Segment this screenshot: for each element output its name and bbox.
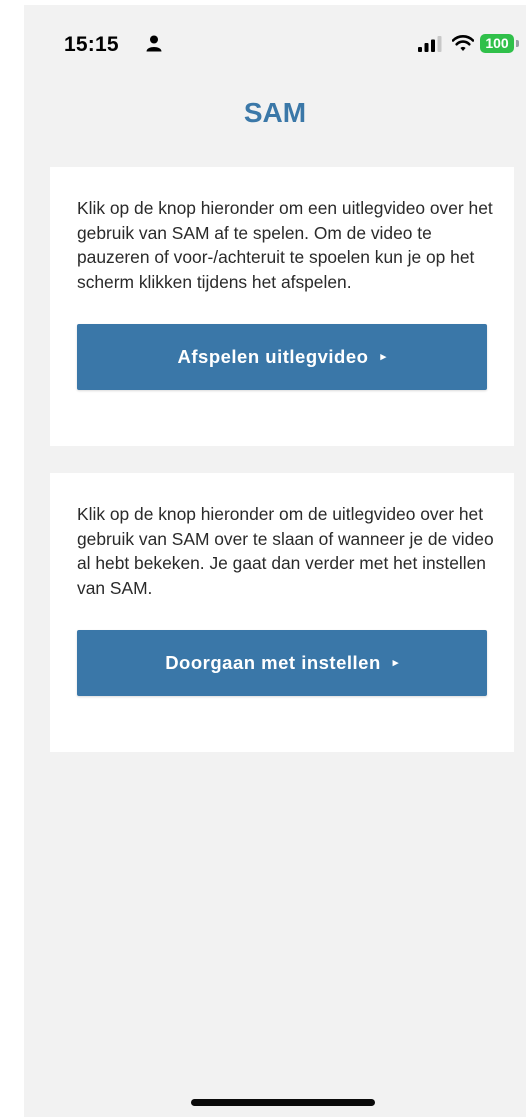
play-arrow-icon: ▸ bbox=[392, 656, 399, 669]
page-title: SAM bbox=[243, 97, 307, 128]
video-card: Klik op de knop hieronder om een uitlegv… bbox=[50, 167, 514, 446]
status-time: 15:15 bbox=[64, 33, 119, 56]
home-indicator[interactable] bbox=[191, 1099, 375, 1106]
status-bar: 15:15 100 bbox=[24, 5, 526, 85]
signal-icon bbox=[418, 36, 442, 52]
wifi-icon bbox=[452, 35, 474, 51]
battery-tip bbox=[516, 40, 519, 47]
play-arrow-icon: ▸ bbox=[380, 350, 387, 363]
play-video-button[interactable]: Afspelen uitlegvideo ▸ bbox=[77, 324, 487, 390]
play-video-button-label: Afspelen uitlegvideo bbox=[177, 346, 369, 367]
phone-screen: 15:15 100 SAM Klik op de knop hieronder … bbox=[24, 5, 526, 1117]
battery-icon: 100 bbox=[480, 34, 514, 53]
continue-card: Klik op de knop hieronder om de uitlegvi… bbox=[50, 473, 514, 752]
continue-setup-button[interactable]: Doorgaan met instellen ▸ bbox=[77, 630, 487, 696]
person-icon bbox=[146, 35, 162, 52]
continue-card-text: Klik op de knop hieronder om de uitlegvi… bbox=[77, 504, 494, 598]
video-card-text: Klik op de knop hieronder om een uitlegv… bbox=[77, 198, 493, 292]
continue-setup-button-label: Doorgaan met instellen bbox=[165, 652, 381, 673]
